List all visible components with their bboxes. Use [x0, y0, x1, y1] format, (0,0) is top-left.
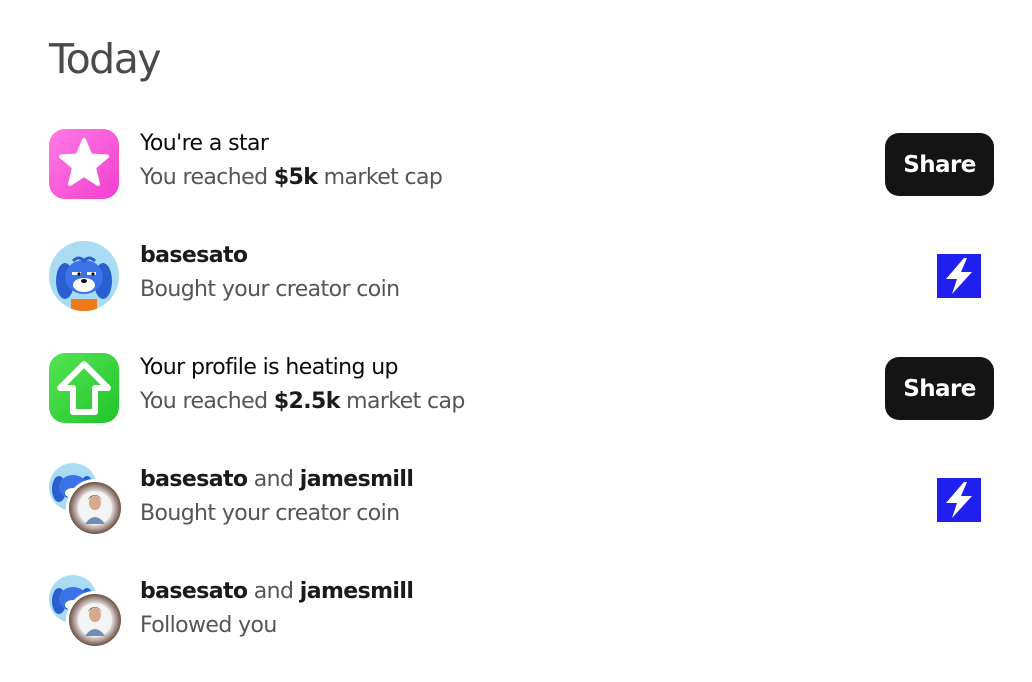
jamesmill-avatar[interactable] [66, 479, 124, 537]
notification-subtitle: You reached $5k market cap [140, 162, 840, 194]
username[interactable]: basesato [140, 241, 840, 271]
lightning-icon[interactable] [937, 254, 981, 298]
notification-text: basesato and jamesmill Bought your creat… [140, 465, 840, 530]
notification-title: basesato and jamesmill [140, 465, 840, 495]
username[interactable]: jamesmill [300, 467, 414, 492]
jamesmill-avatar[interactable] [66, 591, 124, 649]
joiner: and [247, 467, 300, 492]
subtitle-suffix: market cap [339, 389, 465, 414]
username[interactable]: basesato [140, 467, 248, 492]
notification-item[interactable]: You're a star You reached $5k market cap… [0, 125, 1032, 205]
username[interactable]: jamesmill [300, 579, 414, 604]
lightning-icon[interactable] [937, 478, 981, 522]
notification-text: basesato Bought your creator coin [140, 241, 840, 306]
basesato-avatar[interactable] [49, 241, 119, 311]
subtitle-prefix: You reached [140, 389, 274, 414]
notification-text: Your profile is heating up You reached $… [140, 353, 840, 418]
notification-title: basesato and jamesmill [140, 577, 840, 607]
notification-subtitle: Bought your creator coin [140, 277, 400, 302]
notification-subtitle: Bought your creator coin [140, 501, 400, 526]
username[interactable]: basesato [140, 579, 248, 604]
notification-subtitle: You reached $2.5k market cap [140, 386, 840, 418]
market-cap-value: $2.5k [273, 389, 341, 414]
share-button[interactable]: Share [885, 133, 994, 196]
notification-title: Your profile is heating up [140, 355, 399, 380]
subtitle-suffix: market cap [317, 165, 443, 190]
notification-text: You're a star You reached $5k market cap [140, 129, 840, 194]
stacked-avatars[interactable] [49, 575, 124, 651]
section-title: Today [49, 35, 162, 83]
arrow-up-icon [49, 353, 119, 423]
notification-item[interactable]: basesato and jamesmill Followed you [0, 573, 1032, 653]
notification-item[interactable]: basesato and jamesmill Bought your creat… [0, 461, 1032, 541]
joiner: and [247, 579, 300, 604]
stacked-avatars[interactable] [49, 463, 124, 539]
market-cap-value: $5k [273, 165, 318, 190]
notification-title: You're a star [140, 131, 269, 156]
notification-item[interactable]: basesato Bought your creator coin [0, 237, 1032, 317]
share-button[interactable]: Share [885, 357, 994, 420]
notification-text: basesato and jamesmill Followed you [140, 577, 840, 642]
notification-subtitle: Followed you [140, 613, 277, 638]
subtitle-prefix: You reached [140, 165, 274, 190]
notification-item[interactable]: Your profile is heating up You reached $… [0, 349, 1032, 429]
star-icon [49, 129, 119, 199]
